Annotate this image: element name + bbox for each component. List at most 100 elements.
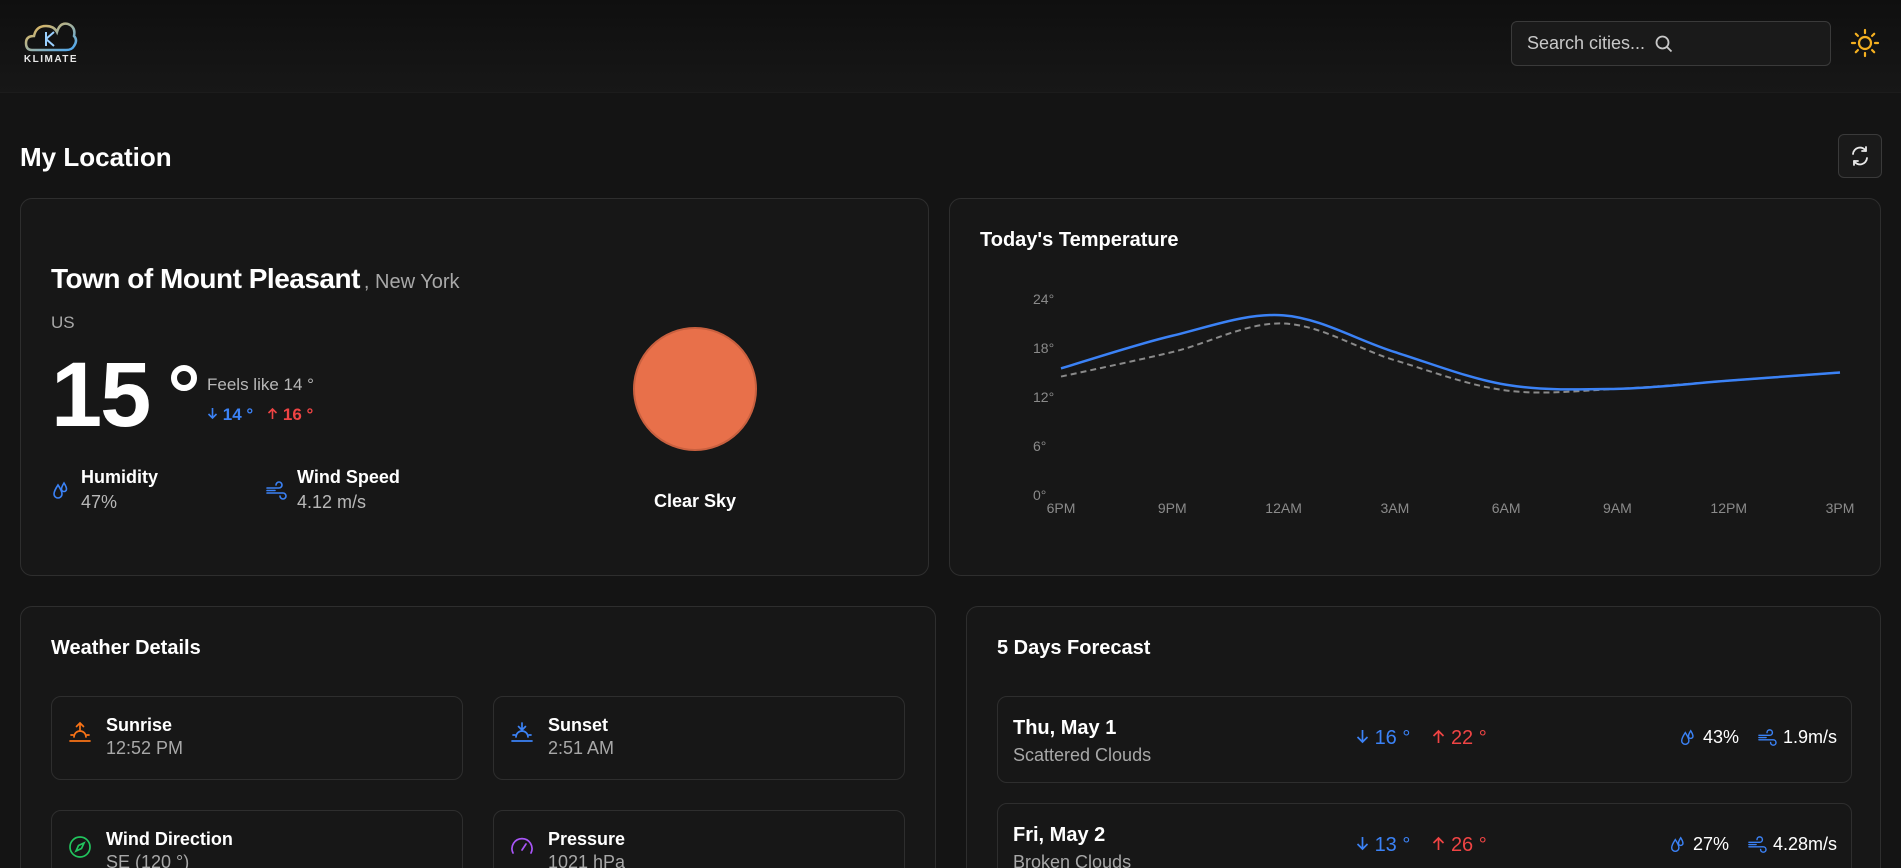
city-name: Town of Mount Pleasant bbox=[51, 263, 360, 294]
theme-toggle-button[interactable] bbox=[1850, 28, 1880, 58]
forecast-title: 5 Days Forecast bbox=[997, 637, 1151, 659]
forecast-min-value: 16 ° bbox=[1374, 727, 1411, 749]
wind-icon bbox=[1758, 728, 1777, 746]
wind-speed-label: Wind Speed bbox=[297, 467, 400, 487]
cloud-logo-icon bbox=[24, 22, 78, 52]
min-temperature: 14 ° bbox=[207, 405, 253, 425]
forecast-temps: 16 ° 22 ° bbox=[1356, 727, 1487, 750]
forecast-wind: 1.9m/s bbox=[1757, 727, 1837, 748]
forecast-max: 22 ° bbox=[1432, 727, 1487, 750]
x-tick-label: 12PM bbox=[1710, 500, 1747, 516]
location-heading: Town of Mount Pleasant , New York bbox=[51, 263, 460, 295]
degree-symbol bbox=[171, 365, 197, 391]
details-title: Weather Details bbox=[51, 637, 201, 659]
max-temperature-value: 16 ° bbox=[282, 405, 314, 424]
current-weather-card: Town of Mount Pleasant , New York US 15 … bbox=[20, 198, 929, 576]
arrow-down-icon bbox=[1356, 730, 1369, 744]
wind-icon bbox=[266, 481, 287, 500]
forecast-wind-value: 1.9m/s bbox=[1782, 727, 1837, 747]
weather-details-card: Weather Details Sunrise 12:52 PM Sunset … bbox=[20, 606, 936, 868]
x-tick-label: 6AM bbox=[1492, 500, 1521, 516]
compass-icon bbox=[69, 836, 91, 858]
y-tick-label: 6° bbox=[1033, 438, 1046, 454]
min-max-temperature: 14 ° 16 ° bbox=[207, 405, 313, 425]
refresh-button[interactable] bbox=[1838, 134, 1882, 178]
arrow-up-icon bbox=[268, 407, 278, 419]
forecast-max: 26 ° bbox=[1432, 834, 1487, 857]
search-cities-button[interactable]: Search cities... bbox=[1511, 21, 1831, 66]
x-tick-label: 9PM bbox=[1158, 500, 1187, 516]
wind-icon bbox=[1748, 835, 1767, 853]
wind-direction-value: SE (120 °) bbox=[106, 852, 190, 868]
forecast-wind-value: 4.28m/s bbox=[1772, 834, 1837, 854]
y-tick-label: 12° bbox=[1033, 389, 1054, 405]
pressure-label: Pressure bbox=[548, 829, 626, 849]
arrow-up-icon bbox=[1433, 729, 1445, 743]
forecast-humidity-value: 27% bbox=[1692, 834, 1729, 854]
pressure-detail: Pressure 1021 hPa bbox=[493, 810, 905, 868]
sunset-label: Sunset bbox=[548, 715, 609, 735]
search-placeholder: Search cities... bbox=[1527, 33, 1646, 53]
x-tick-label: 6PM bbox=[1047, 500, 1076, 516]
forecast-humidity-value: 43% bbox=[1702, 727, 1739, 747]
weather-condition-label: Clear Sky bbox=[653, 491, 737, 511]
forecast-min: 16 ° bbox=[1356, 727, 1410, 750]
feels-like: Feels like 14 ° bbox=[207, 375, 314, 394]
forecast-date: Thu, May 1 bbox=[1013, 717, 1117, 739]
forecast-row: Thu, May 1 Scattered Clouds 16 ° 22 ° 43… bbox=[997, 696, 1852, 783]
app-logo[interactable]: KLIMATE bbox=[20, 18, 82, 68]
droplets-icon bbox=[1680, 728, 1694, 745]
droplets-icon bbox=[1670, 835, 1684, 852]
humidity-label: Humidity bbox=[81, 467, 159, 487]
min-temperature-value: 14 ° bbox=[222, 405, 254, 424]
forecast-temps: 13 ° 26 ° bbox=[1356, 834, 1487, 857]
sun-icon bbox=[1850, 28, 1880, 58]
search-icon bbox=[1655, 35, 1673, 52]
forecast-min-value: 13 ° bbox=[1374, 834, 1411, 856]
x-tick-label: 3AM bbox=[1380, 500, 1409, 516]
app-header: KLIMATE Search cities... bbox=[0, 0, 1901, 93]
weather-condition-icon bbox=[633, 327, 757, 451]
arrow-up-icon bbox=[1433, 836, 1445, 850]
wind-direction-label: Wind Direction bbox=[106, 829, 233, 849]
refresh-icon bbox=[1852, 146, 1868, 166]
forecast-row: Fri, May 2 Broken Clouds 13 ° 26 ° 27% 4… bbox=[997, 803, 1852, 868]
wind-speed-stat: Wind Speed 4.12 m/s bbox=[265, 467, 400, 513]
temperature-chart-card: Today's Temperature 0° 6° 12° 18° 24° 6PM 9PM 1… bbox=[949, 198, 1881, 576]
pressure-value: 1021 hPa bbox=[548, 852, 626, 868]
arrow-down-icon bbox=[207, 408, 218, 420]
wind-direction-detail: Wind Direction SE (120 °) bbox=[51, 810, 463, 868]
y-tick-label: 24° bbox=[1033, 291, 1054, 307]
forecast-max-value: 26 ° bbox=[1450, 834, 1487, 856]
x-tick-label: 12AM bbox=[1265, 500, 1302, 516]
x-tick-label: 3PM bbox=[1826, 500, 1855, 516]
forecast-max-value: 22 ° bbox=[1450, 727, 1487, 749]
sunset-detail: Sunset 2:51 AM bbox=[493, 696, 905, 780]
gauge-icon bbox=[511, 837, 533, 854]
forecast-card: 5 Days Forecast Thu, May 1 Scattered Clo… bbox=[966, 606, 1881, 868]
sunrise-label: Sunrise bbox=[106, 715, 173, 735]
forecast-min: 13 ° bbox=[1356, 834, 1410, 857]
forecast-date: Fri, May 2 bbox=[1013, 824, 1106, 846]
sunrise-icon bbox=[69, 721, 91, 742]
wind-speed-value: 4.12 m/s bbox=[297, 492, 367, 512]
sunset-value: 2:51 AM bbox=[548, 738, 615, 758]
forecast-wind: 4.28m/s bbox=[1747, 834, 1837, 855]
country-code: US bbox=[51, 313, 75, 332]
x-tick-label: 9AM bbox=[1603, 500, 1632, 516]
sunrise-value: 12:52 PM bbox=[106, 738, 184, 758]
humidity-value: 47% bbox=[81, 492, 118, 512]
humidity-stat: Humidity 47% bbox=[51, 467, 158, 513]
forecast-description: Scattered Clouds bbox=[1013, 745, 1152, 765]
forecast-humidity: 43% bbox=[1679, 727, 1739, 748]
y-tick-label: 18° bbox=[1033, 340, 1054, 356]
logo-text: KLIMATE bbox=[23, 54, 79, 65]
sunset-icon bbox=[511, 722, 533, 742]
arrow-down-icon bbox=[1356, 837, 1369, 851]
page-title: My Location bbox=[20, 142, 172, 172]
forecast-stats: 27% 4.28m/s bbox=[1669, 834, 1837, 855]
max-temperature: 16 ° bbox=[267, 405, 313, 425]
current-temperature: 15 bbox=[51, 344, 151, 446]
y-tick-label: 0° bbox=[1033, 487, 1046, 503]
forecast-description: Broken Clouds bbox=[1013, 852, 1132, 868]
